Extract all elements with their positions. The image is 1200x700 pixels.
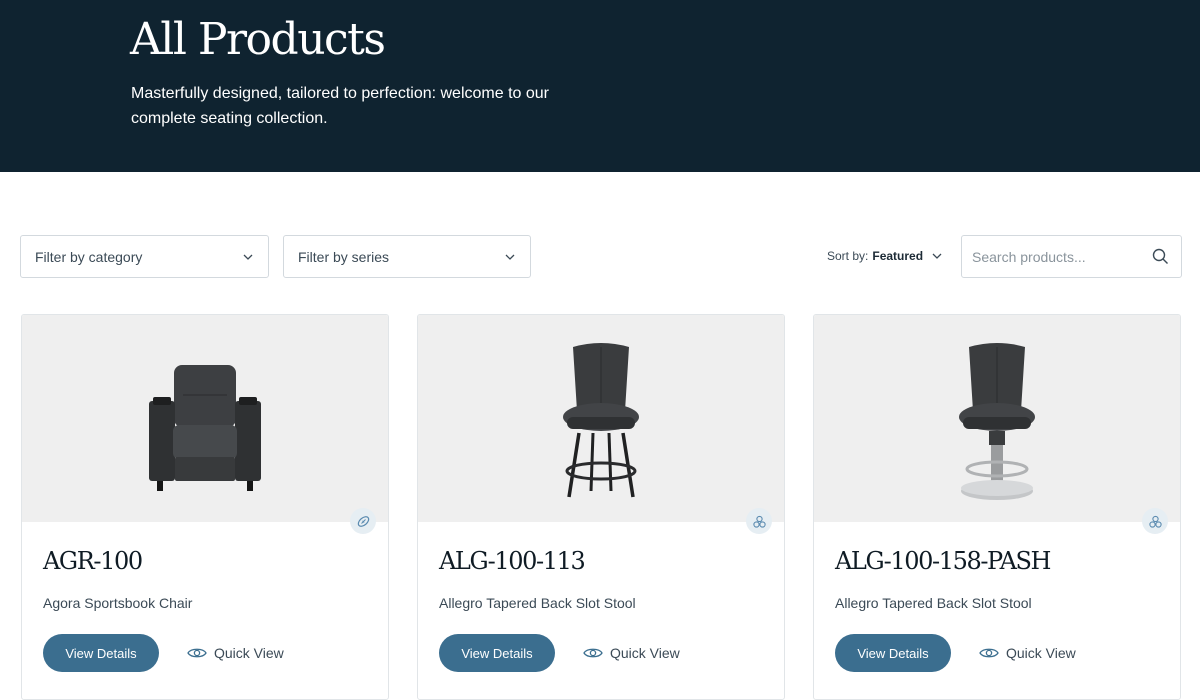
view-details-button[interactable]: View Details xyxy=(835,634,951,672)
product-card[interactable]: AGR-100 Agora Sportsbook Chair View Deta… xyxy=(21,314,389,700)
eye-icon xyxy=(583,648,603,658)
quick-view-link[interactable]: Quick View xyxy=(979,645,1076,661)
product-name: Allegro Tapered Back Slot Stool xyxy=(439,595,636,611)
product-image-pedestal-stool xyxy=(959,343,1035,500)
page-subtitle: Masterfully designed, tailored to perfec… xyxy=(131,85,549,127)
chevron-down-icon xyxy=(243,254,253,260)
sportsbook-badge xyxy=(350,508,376,534)
product-image-slot-stool xyxy=(563,343,639,498)
product-sku[interactable]: AGR-100 xyxy=(43,547,143,575)
eye-icon xyxy=(979,648,999,658)
slot-badge xyxy=(746,508,772,534)
product-image-armchair xyxy=(149,365,261,491)
eye-icon xyxy=(187,648,207,658)
search-box xyxy=(961,235,1182,278)
football-icon xyxy=(357,515,369,527)
sort-dropdown[interactable]: Sort by: Featured xyxy=(827,249,943,263)
product-name: Agora Sportsbook Chair xyxy=(43,595,193,611)
product-image-area[interactable] xyxy=(22,315,388,522)
filter-toolbar: Filter by category Filter by series Sort… xyxy=(0,235,1200,278)
product-sku[interactable]: ALG-100-113 xyxy=(439,547,586,575)
quick-view-label: Quick View xyxy=(610,645,680,661)
cherries-icon xyxy=(752,515,766,528)
view-details-button[interactable]: View Details xyxy=(43,634,159,672)
page-header: All Products Masterfully designed, tailo… xyxy=(0,0,1200,172)
cherries-icon xyxy=(1148,515,1162,528)
view-details-button[interactable]: View Details xyxy=(439,634,555,672)
slot-badge xyxy=(1142,508,1168,534)
search-icon[interactable] xyxy=(1152,248,1169,265)
series-filter-select[interactable]: Filter by series xyxy=(283,235,531,278)
sort-value: Featured xyxy=(872,249,924,263)
search-input[interactable] xyxy=(972,236,1142,277)
sort-label: Sort by: xyxy=(827,249,869,263)
product-name: Allegro Tapered Back Slot Stool xyxy=(835,595,1032,611)
category-filter-select[interactable]: Filter by category xyxy=(20,235,269,278)
series-filter-label: Filter by series xyxy=(298,248,390,265)
chevron-down-icon xyxy=(505,254,515,260)
quick-view-label: Quick View xyxy=(214,645,284,661)
product-sku[interactable]: ALG-100-158-PASH xyxy=(835,547,1051,575)
quick-view-label: Quick View xyxy=(1006,645,1076,661)
page-title: All Products xyxy=(130,14,386,65)
product-card[interactable]: ALG-100-158-PASH Allegro Tapered Back Sl… xyxy=(813,314,1181,700)
quick-view-link[interactable]: Quick View xyxy=(583,645,680,661)
product-card[interactable]: ALG-100-113 Allegro Tapered Back Slot St… xyxy=(417,314,785,700)
product-image-area[interactable] xyxy=(418,315,784,522)
chevron-down-icon xyxy=(932,253,942,259)
quick-view-link[interactable]: Quick View xyxy=(187,645,284,661)
product-image-area[interactable] xyxy=(814,315,1180,522)
category-filter-label: Filter by category xyxy=(35,248,143,265)
